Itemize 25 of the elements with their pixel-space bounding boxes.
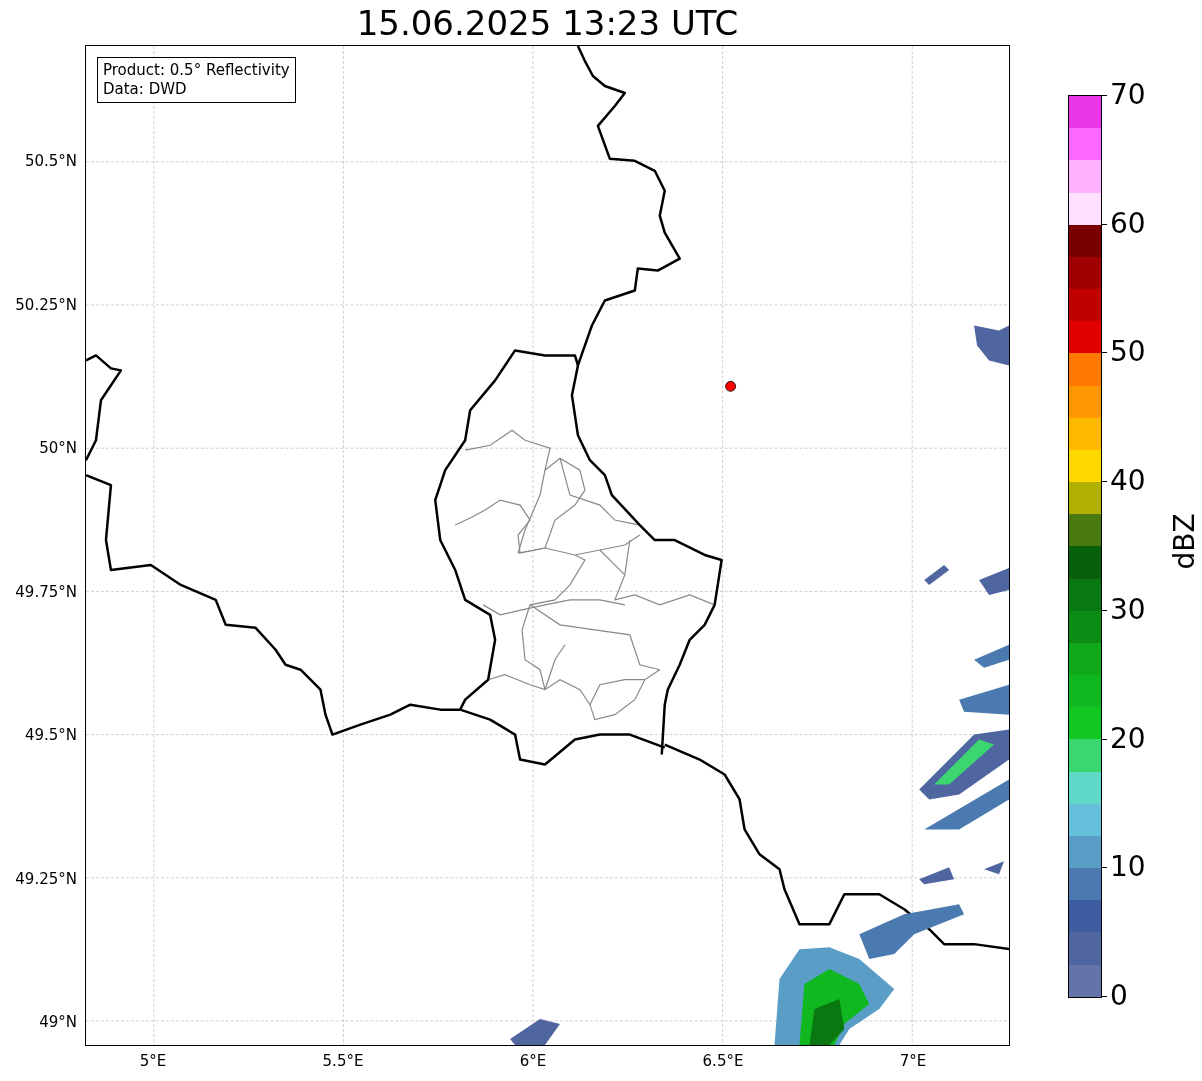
axis-tick-label: 7°E <box>899 1052 927 1070</box>
axis-tick-label: 5°E <box>139 1052 167 1070</box>
axis-tick-label: 6°E <box>519 1052 547 1070</box>
colorbar-tick-label: 50 <box>1110 336 1146 369</box>
legend-text: Product: 0.5° Reflectivity <box>103 61 290 80</box>
colorbar-tick-label: 0 <box>1110 980 1128 1012</box>
colorbar-label: dBZ <box>1167 513 1201 570</box>
axis-tick-label: 50°N <box>39 439 77 457</box>
radar-site-marker <box>725 380 736 392</box>
legend-text: Data: DWD <box>103 80 188 99</box>
axis-tick-label: 50.25°N <box>15 295 77 314</box>
colorbar-tick-label: 70 <box>1110 79 1146 111</box>
chart-title: 15.06.2025 13:23 UTC <box>356 3 739 45</box>
axis-tick-label: 6.5°E <box>702 1052 744 1070</box>
axis-tick-label: 49.25°N <box>15 869 77 888</box>
axis-tick-label: 5.5°E <box>322 1052 364 1070</box>
axis-tick-label: 49.75°N <box>15 582 77 601</box>
axis-tick-label: 49°N <box>39 1013 77 1031</box>
colorbar-tick-label: 10 <box>1110 851 1146 884</box>
colorbar-tick-label: 60 <box>1110 207 1146 240</box>
colorbar-tick-label: 40 <box>1110 465 1146 498</box>
axis-tick-label: 50.5°N <box>24 152 77 170</box>
axis-tick-label: 49.5°N <box>24 726 77 744</box>
colorbar-tick-label: 30 <box>1110 593 1146 626</box>
colorbar-tick-label: 20 <box>1110 722 1146 755</box>
